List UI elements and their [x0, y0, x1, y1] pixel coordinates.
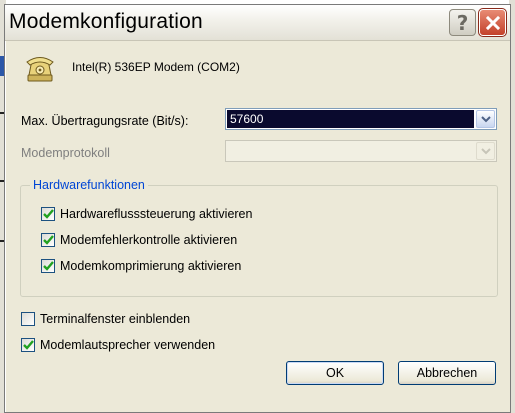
- hardware-flow-control-checkbox[interactable]: Hardwareflusssteuerung aktivieren: [41, 206, 252, 222]
- protocol-select[interactable]: [225, 140, 497, 162]
- modem-config-dialog: Modemkonfiguration ? Intel(R) 536EP Mode…: [4, 4, 511, 413]
- protocol-label: Modemprotokoll: [21, 146, 110, 160]
- max-rate-label: Max. Übertragungsrate (Bit/s):: [21, 114, 189, 128]
- dialog-title: Modemkonfiguration: [9, 10, 203, 33]
- max-rate-select[interactable]: 57600: [225, 108, 497, 130]
- checkmark-icon: [42, 235, 54, 245]
- help-button[interactable]: ?: [449, 9, 476, 36]
- checkmark-icon: [42, 261, 54, 271]
- close-icon: [485, 15, 500, 30]
- terminal-window-checkbox[interactable]: Terminalfenster einblenden: [21, 311, 190, 327]
- checkbox-box[interactable]: [41, 233, 55, 247]
- error-control-label: Modemfehlerkontrolle aktivieren: [60, 233, 238, 247]
- modem-speaker-checkbox[interactable]: Modemlautsprecher verwenden: [21, 337, 215, 353]
- terminal-window-label: Terminalfenster einblenden: [40, 312, 191, 326]
- ok-button[interactable]: OK: [286, 361, 384, 385]
- checkbox-box[interactable]: [21, 312, 35, 326]
- chevron-down-icon: [480, 147, 491, 154]
- protocol-dropdown-button[interactable]: [476, 142, 495, 160]
- checkmark-icon: [22, 340, 34, 350]
- checkbox-box[interactable]: [41, 259, 55, 273]
- max-rate-value: 57600: [227, 110, 474, 128]
- phone-modem-icon: [26, 57, 54, 82]
- close-button[interactable]: [478, 8, 507, 37]
- hardware-groupbox: Hardwarefunktionen Hardwareflusssteuerun…: [20, 178, 498, 297]
- modem-speaker-label: Modemlautsprecher verwenden: [40, 338, 216, 352]
- max-rate-dropdown-button[interactable]: [476, 110, 495, 128]
- checkmark-icon: [42, 209, 54, 219]
- compression-checkbox[interactable]: Modemkomprimierung aktivieren: [41, 258, 241, 274]
- title-bar[interactable]: Modemkonfiguration ?: [5, 5, 510, 41]
- error-control-checkbox[interactable]: Modemfehlerkontrolle aktivieren: [41, 232, 237, 248]
- chevron-down-icon: [480, 115, 491, 122]
- device-name: Intel(R) 536EP Modem (COM2): [72, 60, 240, 74]
- help-icon: ?: [456, 10, 469, 35]
- hardware-group-legend: Hardwarefunktionen: [30, 178, 148, 192]
- compression-label: Modemkomprimierung aktivieren: [60, 259, 242, 273]
- cancel-button[interactable]: Abbrechen: [398, 361, 496, 385]
- hardware-flow-control-label: Hardwareflusssteuerung aktivieren: [60, 207, 253, 221]
- checkbox-box[interactable]: [21, 338, 35, 352]
- checkbox-box[interactable]: [41, 207, 55, 221]
